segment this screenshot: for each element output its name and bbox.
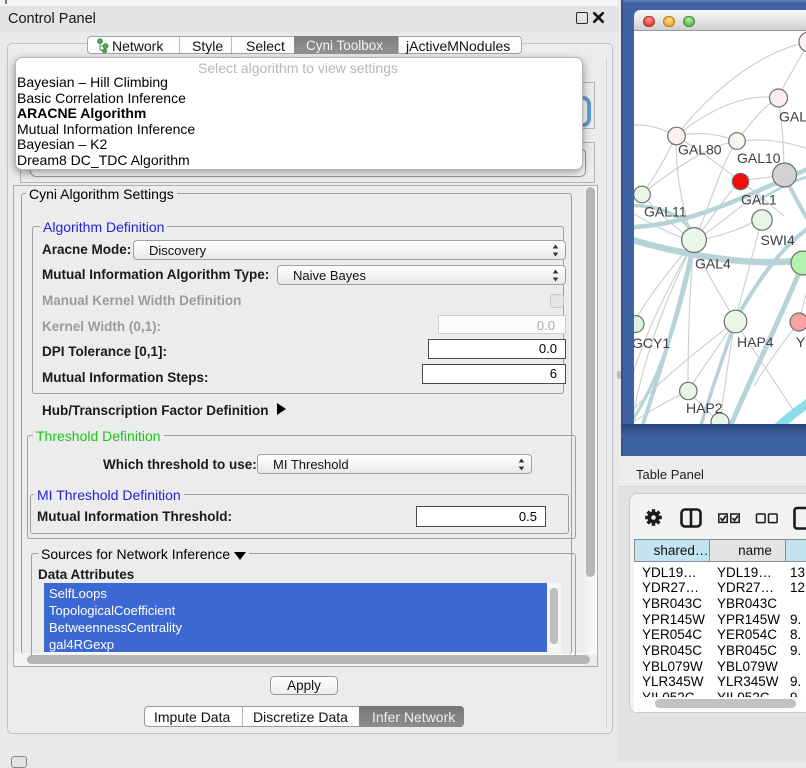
svg-text:Y: Y — [796, 334, 806, 350]
svg-text:GAL11: GAL11 — [644, 203, 687, 219]
svg-text:SWI4: SWI4 — [761, 232, 795, 248]
svg-text:GAL1: GAL1 — [741, 191, 777, 207]
svg-text:HAP2: HAP2 — [686, 400, 723, 416]
svg-text:GAL4: GAL4 — [695, 255, 731, 271]
svg-text:GAL80: GAL80 — [678, 141, 722, 157]
svg-text:GAL7: GAL7 — [779, 108, 806, 124]
svg-text:HAP4: HAP4 — [737, 334, 774, 350]
svg-text:GAL10: GAL10 — [737, 150, 781, 166]
svg-text:GCY1: GCY1 — [634, 335, 670, 351]
